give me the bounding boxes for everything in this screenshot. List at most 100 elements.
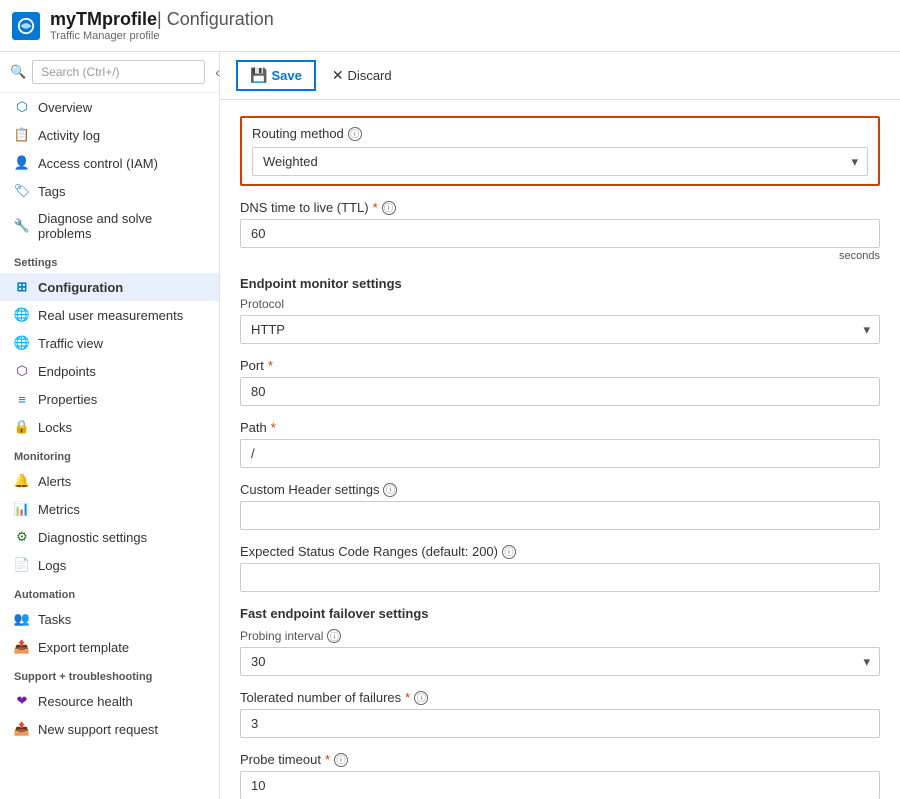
sidebar-item-tags[interactable]: 🏷 Tags	[0, 177, 219, 205]
sidebar-item-label: Export template	[38, 640, 129, 655]
sidebar-item-configuration[interactable]: ⊞ Configuration	[0, 273, 219, 301]
custom-header-section: Custom Header settings ⓘ	[240, 482, 880, 530]
routing-method-info-icon[interactable]: ⓘ	[348, 127, 362, 141]
path-label: Path *	[240, 420, 880, 435]
sidebar-item-real-user[interactable]: 🌐 Real user measurements	[0, 301, 219, 329]
export-template-icon: 📤	[14, 639, 30, 655]
probing-interval-select-wrapper: 30 10 ▾	[240, 647, 880, 676]
access-control-icon: 👤	[14, 155, 30, 171]
sidebar-item-tasks[interactable]: 👥 Tasks	[0, 605, 219, 633]
sidebar-item-label: Activity log	[38, 128, 100, 143]
probing-interval-select[interactable]: 30 10	[240, 647, 880, 676]
path-required: *	[271, 420, 276, 435]
save-icon: 💾	[250, 67, 267, 84]
sidebar-item-diagnose[interactable]: 🔧 Diagnose and solve problems	[0, 205, 219, 247]
routing-method-select[interactable]: Weighted Performance Priority Geographic…	[252, 147, 868, 176]
resource-name: myTMprofile	[50, 9, 157, 29]
dns-ttl-info-icon[interactable]: ⓘ	[382, 201, 396, 215]
sidebar-item-label: Traffic view	[38, 336, 103, 351]
sidebar-item-activity-log[interactable]: 📋 Activity log	[0, 121, 219, 149]
tolerated-failures-label: Tolerated number of failures * ⓘ	[240, 690, 880, 705]
dns-ttl-required: *	[373, 200, 378, 215]
discard-button[interactable]: ✕ Discard	[320, 62, 404, 89]
tolerated-failures-info-icon[interactable]: ⓘ	[414, 691, 428, 705]
probe-timeout-input[interactable]	[240, 771, 880, 799]
probe-timeout-required: *	[325, 752, 330, 767]
tasks-icon: 👥	[14, 611, 30, 627]
dns-ttl-label-text: DNS time to live (TTL)	[240, 200, 369, 215]
locks-icon: 🔒	[14, 419, 30, 435]
protocol-select-wrapper: HTTP HTTPS TCP ▾	[240, 315, 880, 344]
settings-heading: Settings	[0, 247, 219, 273]
sidebar-item-label: Diagnostic settings	[38, 530, 147, 545]
monitoring-heading: Monitoring	[0, 441, 219, 467]
diagnostic-icon: ⚙	[14, 529, 30, 545]
sidebar-item-export-template[interactable]: 📤 Export template	[0, 633, 219, 661]
alerts-icon: 🔔	[14, 473, 30, 489]
sidebar-item-label: Metrics	[38, 502, 80, 517]
probing-interval-label: Probing interval ⓘ	[240, 629, 880, 643]
overview-icon: ⬡	[14, 99, 30, 115]
search-input[interactable]	[32, 60, 205, 84]
sidebar-item-overview[interactable]: ⬡ Overview	[0, 93, 219, 121]
port-section: Port *	[240, 358, 880, 406]
resource-type: Traffic Manager profile	[50, 30, 274, 42]
page-title: myTMprofile| Configuration Traffic Manag…	[50, 9, 274, 42]
dns-ttl-suffix: seconds	[240, 250, 880, 262]
real-user-icon: 🌐	[14, 307, 30, 323]
probing-interval-info-icon[interactable]: ⓘ	[327, 629, 341, 643]
sidebar-item-traffic-view[interactable]: 🌐 Traffic view	[0, 329, 219, 357]
app-icon	[12, 12, 40, 40]
dns-ttl-section: DNS time to live (TTL) * ⓘ seconds	[240, 200, 880, 262]
configuration-icon: ⊞	[14, 279, 30, 295]
sidebar-item-label: Resource health	[38, 694, 133, 709]
sidebar-item-metrics[interactable]: 📊 Metrics	[0, 495, 219, 523]
automation-heading: Automation	[0, 579, 219, 605]
sidebar-item-alerts[interactable]: 🔔 Alerts	[0, 467, 219, 495]
sidebar-item-logs[interactable]: 📄 Logs	[0, 551, 219, 579]
main-content: 💾 Save ✕ Discard Routing method ⓘ Weight…	[220, 52, 900, 799]
sidebar-item-label: Tasks	[38, 612, 71, 627]
sidebar-item-access-control[interactable]: 👤 Access control (IAM)	[0, 149, 219, 177]
path-input[interactable]	[240, 439, 880, 468]
sidebar-item-diagnostic-settings[interactable]: ⚙ Diagnostic settings	[0, 523, 219, 551]
sidebar-item-properties[interactable]: ≡ Properties	[0, 385, 219, 413]
sidebar-item-label: Logs	[38, 558, 66, 573]
tolerated-failures-label-text: Tolerated number of failures	[240, 690, 401, 705]
custom-header-input[interactable]	[240, 501, 880, 530]
custom-header-label-text: Custom Header settings	[240, 482, 379, 497]
sidebar-item-label: Alerts	[38, 474, 71, 489]
port-input[interactable]	[240, 377, 880, 406]
probe-timeout-info-icon[interactable]: ⓘ	[334, 753, 348, 767]
page-section: | Configuration	[157, 9, 274, 29]
sidebar-item-label: Access control (IAM)	[38, 156, 158, 171]
expected-status-info-icon[interactable]: ⓘ	[502, 545, 516, 559]
protocol-select[interactable]: HTTP HTTPS TCP	[240, 315, 880, 344]
tolerated-failures-required: *	[405, 690, 410, 705]
sidebar-item-locks[interactable]: 🔒 Locks	[0, 413, 219, 441]
endpoints-icon: ⬡	[14, 363, 30, 379]
collapse-button[interactable]: «	[211, 62, 220, 82]
sidebar-item-new-support[interactable]: 📤 New support request	[0, 715, 219, 743]
sidebar-item-label: Locks	[38, 420, 72, 435]
sidebar: 🔍 « ⬡ Overview 📋 Activity log 👤 Access c…	[0, 52, 220, 799]
sidebar-item-label: Configuration	[38, 280, 123, 295]
custom-header-info-icon[interactable]: ⓘ	[383, 483, 397, 497]
tolerated-failures-input[interactable]	[240, 709, 880, 738]
properties-icon: ≡	[14, 391, 30, 407]
expected-status-input[interactable]	[240, 563, 880, 592]
search-box: 🔍 «	[0, 52, 219, 93]
sidebar-item-resource-health[interactable]: ❤ Resource health	[0, 687, 219, 715]
port-required: *	[268, 358, 273, 373]
sidebar-item-label: Diagnose and solve problems	[38, 211, 205, 241]
endpoint-monitor-section: Endpoint monitor settings Protocol HTTP …	[240, 276, 880, 344]
dns-ttl-input[interactable]	[240, 219, 880, 248]
port-label-text: Port	[240, 358, 264, 373]
path-section: Path *	[240, 420, 880, 468]
endpoint-monitor-label: Endpoint monitor settings	[240, 276, 880, 291]
new-support-icon: 📤	[14, 721, 30, 737]
save-button[interactable]: 💾 Save	[236, 60, 316, 91]
path-label-text: Path	[240, 420, 267, 435]
sidebar-item-endpoints[interactable]: ⬡ Endpoints	[0, 357, 219, 385]
activity-log-icon: 📋	[14, 127, 30, 143]
